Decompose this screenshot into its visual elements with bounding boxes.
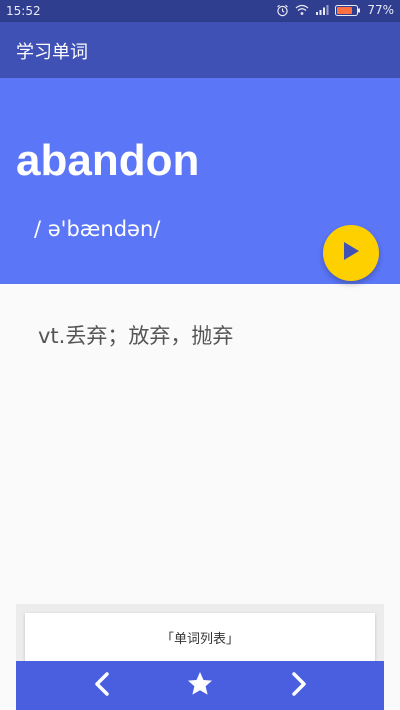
status-bar: 15:52 77%	[0, 0, 400, 22]
star-icon	[187, 671, 213, 700]
word-list-label: 「单词列表」	[160, 631, 239, 647]
status-time: 15:52	[6, 4, 41, 18]
word-text: abandon	[16, 136, 200, 185]
phonetic-text: / ə'bændən/	[34, 217, 161, 241]
play-pronunciation-button[interactable]	[323, 225, 379, 281]
next-word-button[interactable]	[274, 661, 324, 710]
app-title: 学习单词	[16, 42, 88, 63]
wifi-icon	[295, 4, 309, 16]
chevron-left-icon	[94, 671, 110, 700]
word-meaning: vt.丢弃；放弃，抛弃	[38, 324, 234, 348]
previous-word-button[interactable]	[77, 661, 127, 710]
bottom-nav-bar	[16, 661, 384, 710]
battery-percent: 77%	[367, 3, 394, 17]
play-icon	[341, 240, 361, 266]
chevron-right-icon	[291, 671, 307, 700]
favorite-button[interactable]	[175, 661, 225, 710]
word-list-button[interactable]: 「单词列表」	[25, 613, 375, 661]
battery-icon	[335, 4, 361, 16]
status-icons: 77%	[276, 3, 394, 17]
signal-icon	[315, 4, 329, 16]
app-bar: 学习单词	[0, 22, 400, 78]
alarm-icon	[276, 4, 289, 17]
